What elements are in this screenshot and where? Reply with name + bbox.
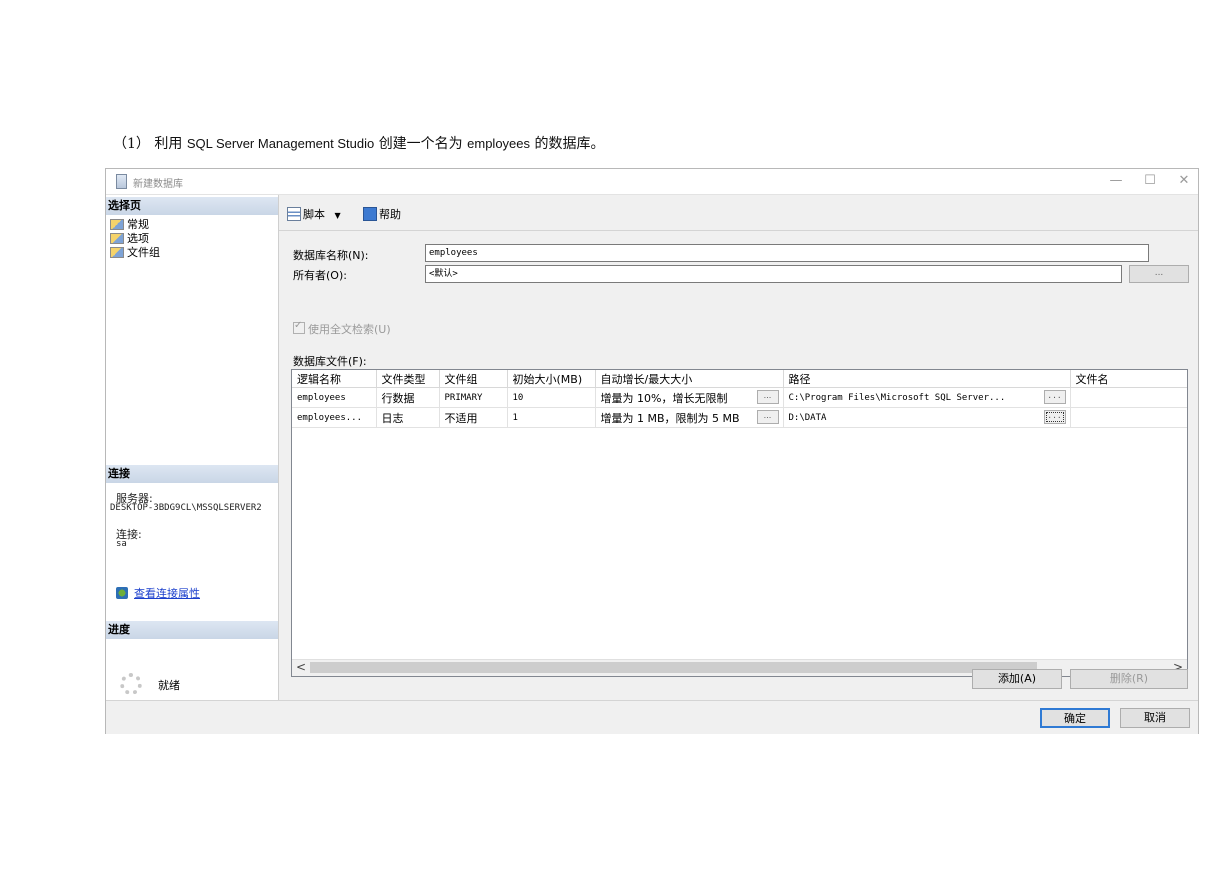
autogrowth-text: 增量为 10%，增长无限制 [600,391,728,405]
column-header-logical-name[interactable]: 逻辑名称 [292,370,377,388]
column-header-path[interactable]: 路径 [783,370,1071,388]
ok-button[interactable]: 确定 [1040,708,1110,728]
caption-mid: 创建一个名为 [378,136,463,152]
connection-properties-icon [116,587,128,599]
autogrowth-browse-button[interactable]: ... [756,410,779,424]
page-item-options[interactable]: 选项 [110,232,149,245]
cell-autogrowth: 增量为 10%，增长无限制 ... [595,387,784,408]
cell-initial-size[interactable]: 10 [507,387,596,408]
script-button[interactable]: 脚本 ▼ [287,206,341,222]
main-pane: 脚本 ▼ 帮助 数据库名称(N): employees 所有者(O): <默认>… [279,195,1198,700]
autogrowth-text: 增量为 1 MB，限制为 5 MB [600,411,740,425]
remove-file-button[interactable]: 删除(R) [1070,669,1188,689]
page-item-general[interactable]: 常规 [110,218,149,231]
help-icon [363,207,377,221]
select-page-header: 选择页 [106,197,278,215]
cell-file-type[interactable]: 行数据 [376,387,440,408]
connection-header: 连接 [106,465,278,483]
fulltext-checkbox[interactable]: 使用全文检索(U) [293,320,391,337]
table-row[interactable]: employees... 日志 不适用 1 增量为 1 MB，限制为 5 MB … [292,407,1187,428]
db-name-input[interactable]: employees [425,244,1149,262]
close-button[interactable]: ✕ [1169,171,1199,191]
left-pane: 选择页 常规 选项 文件组 连接 服务器: DESKTOP-3BDG9CL\MS… [106,195,279,700]
cell-path: C:\Program Files\Microsoft SQL Server...… [783,387,1071,408]
minimize-button[interactable]: — [1101,171,1131,191]
scrollbar-thumb[interactable] [310,662,1037,673]
link-label: 查看连接属性 [134,587,200,600]
caption-pre: 利用 [154,136,183,152]
page-item-label: 选项 [127,232,149,245]
help-button[interactable]: 帮助 [363,206,401,222]
page-icon [110,247,124,258]
caption-post: 的数据库。 [534,136,605,152]
caption-number: （1） [113,136,150,152]
path-text: D:\DATA [788,412,827,423]
cell-initial-size[interactable]: 1 [507,407,596,428]
page-icon [110,219,124,230]
checkbox-icon [293,320,305,334]
scroll-left-icon[interactable]: < [296,660,306,675]
caption-app: SQL Server Management Studio [186,136,375,151]
progress-status: 就绪 [158,679,180,692]
page-item-label: 常规 [127,218,149,231]
autogrowth-browse-button[interactable]: ... [756,390,779,404]
cell-file-name[interactable] [1070,387,1187,408]
progress-spinner-icon [120,673,142,695]
column-header-file-type[interactable]: 文件类型 [376,370,440,388]
window-title: 新建数据库 [133,179,183,190]
script-label: 脚本 [303,208,325,221]
db-name-label: 数据库名称(N): [293,249,369,262]
cell-path: D:\DATA ... [783,407,1071,428]
page-item-filegroups[interactable]: 文件组 [110,246,160,259]
server-value: DESKTOP-3BDG9CL\MSSQLSERVER2 [110,503,262,513]
maximize-button[interactable]: ☐ [1135,171,1165,191]
help-label: 帮助 [379,208,401,221]
path-browse-button[interactable]: ... [1043,410,1066,424]
database-icon [116,174,127,189]
view-connection-properties-link[interactable]: 查看连接属性 [116,585,200,601]
cancel-button[interactable]: 取消 [1120,708,1190,728]
progress-header: 进度 [106,621,278,639]
table-row[interactable]: employees 行数据 PRIMARY 10 增量为 10%，增长无限制 .… [292,387,1187,408]
database-files-grid: 逻辑名称 文件类型 文件组 初始大小(MB) 自动增长/最大大小 路径 文件名 … [291,369,1188,677]
owner-browse-button[interactable]: ... [1129,265,1189,283]
column-header-filegroup[interactable]: 文件组 [439,370,508,388]
cell-file-type[interactable]: 日志 [376,407,440,428]
add-file-button[interactable]: 添加(A) [972,669,1062,689]
connection-value: sa [116,539,127,549]
cell-filegroup[interactable]: PRIMARY [439,387,508,408]
page-item-label: 文件组 [127,246,160,259]
document-caption: （1） 利用 SQL Server Management Studio 创建一个… [113,133,604,153]
cell-logical-name[interactable]: employees... [292,407,377,428]
path-text: C:\Program Files\Microsoft SQL Server... [788,392,1006,403]
caption-dbname: employees [467,136,531,151]
fulltext-label: 使用全文检索(U) [308,323,391,336]
db-files-label: 数据库文件(F): [293,355,367,368]
cell-filegroup[interactable]: 不适用 [439,407,508,428]
cell-file-name[interactable] [1070,407,1187,428]
path-browse-button[interactable]: ... [1043,390,1066,404]
dialog-footer: 确定 取消 [106,700,1198,734]
title-bar[interactable]: 新建数据库 — ☐ ✕ [106,169,1198,195]
owner-input[interactable]: <默认> [425,265,1122,283]
script-icon [287,207,301,221]
owner-label: 所有者(O): [293,269,347,282]
column-header-autogrowth[interactable]: 自动增长/最大大小 [595,370,784,388]
grid-header-row: 逻辑名称 文件类型 文件组 初始大小(MB) 自动增长/最大大小 路径 文件名 [292,370,1187,388]
chevron-down-icon[interactable]: ▼ [335,211,341,220]
page-icon [110,233,124,244]
toolbar: 脚本 ▼ 帮助 [279,195,1198,231]
column-header-initial-size[interactable]: 初始大小(MB) [507,370,596,388]
cell-logical-name[interactable]: employees [292,387,377,408]
new-database-dialog: 新建数据库 — ☐ ✕ 选择页 常规 选项 文件组 连接 服务器: DESKTO… [105,168,1199,734]
cell-autogrowth: 增量为 1 MB，限制为 5 MB ... [595,407,784,428]
column-header-file-name[interactable]: 文件名 [1070,370,1187,388]
